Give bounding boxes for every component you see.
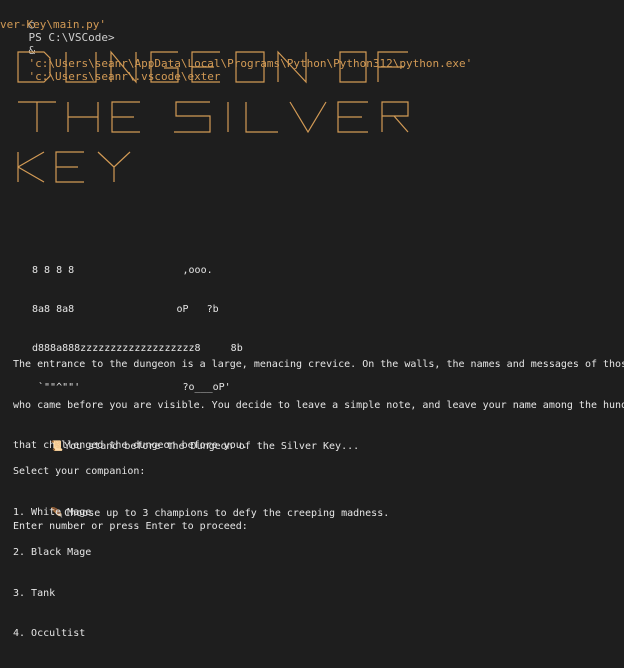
companion-option-occultist: 4. Occultist bbox=[13, 628, 86, 639]
title-ascii-art bbox=[17, 50, 409, 183]
companion-option-white-mage: 1. White Mage bbox=[13, 506, 92, 518]
script-path-end: ver-Key\main.py' bbox=[0, 18, 106, 31]
companion-menu: Select your companion: 1. White Mage 2. … bbox=[13, 438, 145, 668]
companion-option-black-mage: 2. Black Mage bbox=[13, 547, 92, 558]
key-art-line: 8 8 8 8 ,ooo. bbox=[32, 265, 213, 276]
terminal-window[interactable]: ○ PS C:\VSCode> & 'c:\Users\seanr\AppDat… bbox=[0, 0, 624, 639]
intro-line: The entrance to the dungeon is a large, … bbox=[13, 359, 624, 370]
companion-option-tank: 3. Tank bbox=[13, 587, 56, 599]
key-art-line: 8a8 8a8 oP ?b bbox=[32, 304, 219, 315]
title-banner bbox=[16, 44, 436, 194]
companion-heading: Select your companion: bbox=[13, 466, 146, 477]
input-prompt[interactable]: Enter number or press Enter to proceed: bbox=[13, 520, 248, 534]
shell-prompt: PS C:\VSCode> bbox=[28, 31, 115, 44]
